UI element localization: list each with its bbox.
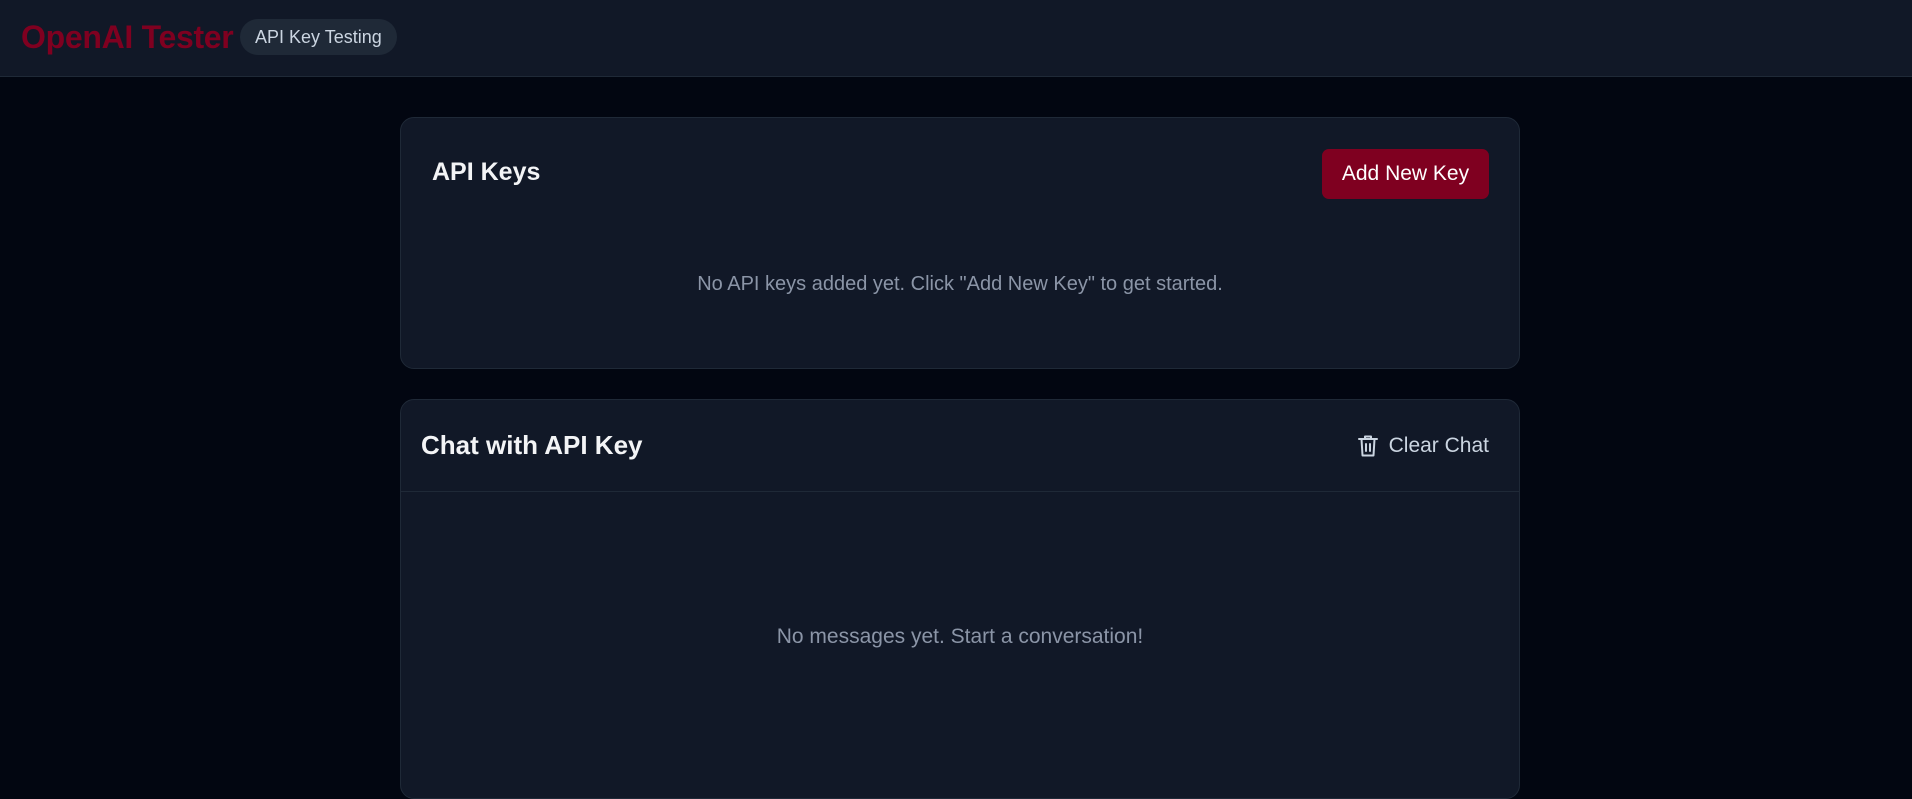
api-keys-empty-message: No API keys added yet. Click "Add New Ke… bbox=[697, 273, 1223, 295]
chat-card: Chat with API Key Clear Chat No messages… bbox=[400, 399, 1520, 799]
chat-heading: Chat with API Key bbox=[421, 430, 643, 460]
chat-header: Chat with API Key Clear Chat bbox=[401, 400, 1519, 492]
trash-icon bbox=[1357, 434, 1379, 458]
chat-empty-message: No messages yet. Start a conversation! bbox=[776, 625, 1144, 648]
api-keys-heading: API Keys bbox=[432, 158, 541, 186]
add-new-key-button[interactable]: Add New Key bbox=[1322, 149, 1489, 199]
mode-badge: API Key Testing bbox=[240, 19, 397, 55]
clear-chat-button[interactable]: Clear Chat bbox=[1357, 430, 1489, 462]
api-keys-card: API Keys Add New Key No API keys added y… bbox=[400, 117, 1520, 369]
top-bar: OpenAI Tester API Key Testing bbox=[0, 0, 1912, 77]
clear-chat-label: Clear Chat bbox=[1388, 434, 1489, 457]
app-logo-title[interactable]: OpenAI Tester bbox=[21, 19, 234, 56]
